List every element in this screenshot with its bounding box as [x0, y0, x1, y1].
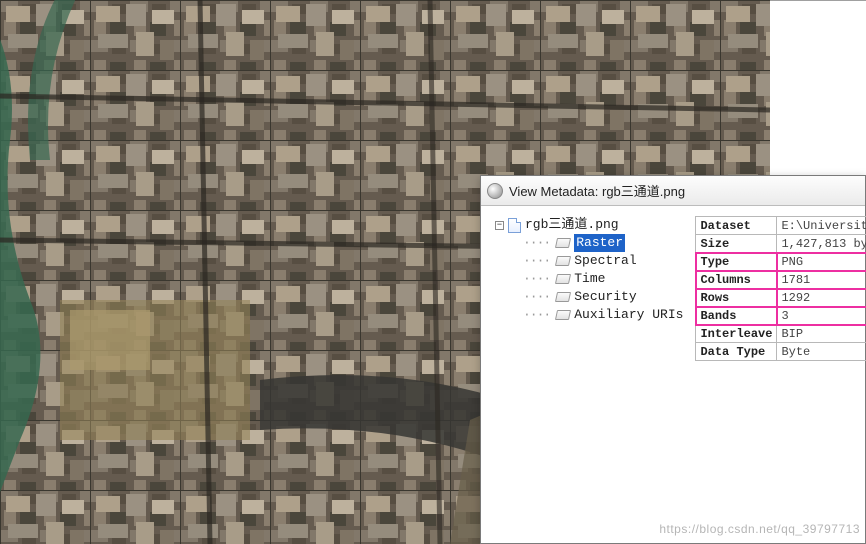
- tree-node-aux[interactable]: ···· Auxiliary URIs: [523, 306, 683, 324]
- properties-panel: Dataset E:\University3_ Size 1,427,813 b…: [689, 206, 866, 543]
- metadata-tree[interactable]: − rgb三通道.png ···· Raster ···· Spectral ·…: [481, 206, 689, 543]
- tree-node-time[interactable]: ···· Time: [523, 270, 683, 288]
- watermark: https://blog.csdn.net/qq_39797713: [659, 522, 860, 536]
- tree-node-raster[interactable]: ···· Raster: [523, 234, 683, 252]
- properties-table: Dataset E:\University3_ Size 1,427,813 b…: [695, 216, 866, 361]
- tree-root[interactable]: − rgb三通道.png: [495, 216, 683, 234]
- row-columns: Columns 1781: [696, 271, 866, 289]
- titlebar[interactable]: View Metadata: rgb三通道.png: [481, 176, 865, 206]
- metadata-window: View Metadata: rgb三通道.png − rgb三通道.png ·…: [480, 175, 866, 544]
- tag-icon: [555, 310, 571, 320]
- row-rows: Rows 1292: [696, 289, 866, 307]
- row-dataset: Dataset E:\University3_: [696, 217, 866, 235]
- collapse-icon[interactable]: −: [495, 221, 504, 230]
- row-bands: Bands 3: [696, 307, 866, 325]
- row-size: Size 1,427,813 bytes: [696, 235, 866, 253]
- app-icon: [487, 183, 503, 199]
- tag-icon: [555, 274, 571, 284]
- window-title: View Metadata: rgb三通道.png: [509, 181, 685, 200]
- tree-label-time: Time: [574, 270, 605, 288]
- row-type: Type PNG: [696, 253, 866, 271]
- tree-label-spectral: Spectral: [574, 252, 636, 270]
- tag-icon: [555, 238, 571, 248]
- file-icon: [508, 218, 521, 233]
- tag-icon: [555, 292, 571, 302]
- tree-label-aux: Auxiliary URIs: [574, 306, 683, 324]
- tree-root-label: rgb三通道.png: [525, 216, 619, 234]
- viewport-blank-area: [770, 0, 866, 175]
- tree-label-security: Security: [574, 288, 636, 306]
- tag-icon: [555, 256, 571, 266]
- tree-node-security[interactable]: ···· Security: [523, 288, 683, 306]
- tree-node-spectral[interactable]: ···· Spectral: [523, 252, 683, 270]
- row-interleave: Interleave BIP: [696, 325, 866, 343]
- row-datatype: Data Type Byte: [696, 343, 866, 361]
- tree-label-raster: Raster: [574, 234, 625, 252]
